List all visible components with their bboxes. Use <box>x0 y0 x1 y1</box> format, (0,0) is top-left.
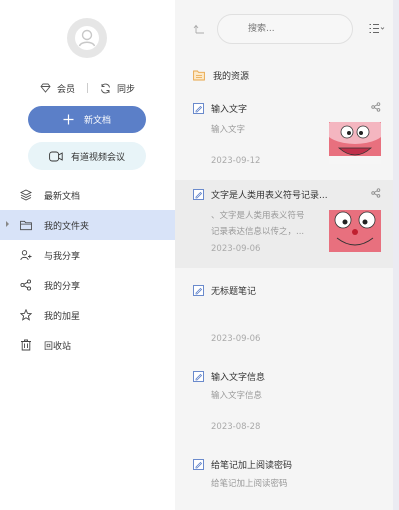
member-button[interactable]: 会员 <box>40 82 75 95</box>
sync-label: 同步 <box>117 84 136 95</box>
note-item[interactable]: 无标题笔记 2023-09-06 <box>175 276 393 360</box>
note-date: 2023-08-28 <box>211 422 261 432</box>
folder-item[interactable]: 我的资源 <box>175 64 393 86</box>
layers-icon <box>20 189 32 201</box>
note-icon <box>193 371 204 382</box>
new-doc-button[interactable]: 新文档 <box>28 106 146 133</box>
folder-icon <box>193 70 205 80</box>
plus-icon <box>63 114 74 125</box>
sort-menu-icon[interactable] <box>369 23 385 37</box>
note-icon <box>193 285 204 296</box>
go-up-icon[interactable] <box>193 23 205 38</box>
note-thumbnail <box>329 122 381 164</box>
folder-label: 我的资源 <box>213 71 250 82</box>
note-title: 输入文字 <box>211 105 248 115</box>
search-input[interactable] <box>217 14 353 44</box>
note-title-row: 输入文字 <box>193 102 247 115</box>
sync-icon <box>101 83 110 93</box>
sidebar: 会员 同步 新文档 有道视频会议 最新文档 我的文件夹 与我分享 我的分享 我的… <box>0 0 175 510</box>
note-icon <box>193 103 204 114</box>
share-icon <box>20 279 32 291</box>
note-title: 给笔记加上阅读密码 <box>211 461 293 471</box>
sidebar-item-label: 与我分享 <box>44 251 81 262</box>
note-date: 2023-09-12 <box>211 156 261 166</box>
sidebar-item-label: 最新文档 <box>44 191 81 202</box>
sidebar-item-trash[interactable]: 回收站 <box>0 330 175 360</box>
list-toolbar <box>175 0 393 58</box>
sidebar-item-label: 回收站 <box>44 341 72 352</box>
note-preview-line-2: 记录表达信息以传之，... <box>211 227 305 237</box>
note-title-row: 文字是人类用表义符号记录... <box>193 188 328 201</box>
note-item[interactable]: 文字是人类用表义符号记录... 、文字是人类用表义符号 记录表达信息以传之，..… <box>175 180 393 268</box>
folder-icon <box>20 219 32 231</box>
video-meeting-label: 有道视频会议 <box>70 152 125 163</box>
account-row: 会员 同步 <box>0 80 175 96</box>
sidebar-item-recent[interactable]: 最新文档 <box>0 180 175 210</box>
star-icon <box>20 309 32 321</box>
sidebar-item-label: 我的文件夹 <box>44 221 90 232</box>
note-title-row: 无标题笔记 <box>193 284 256 297</box>
sync-button[interactable]: 同步 <box>100 82 135 95</box>
user-icon <box>75 26 99 50</box>
sidebar-item-label: 我的加星 <box>44 311 81 322</box>
sidebar-item-shared-with-me[interactable]: 与我分享 <box>0 240 175 270</box>
note-preview: 输入文字 <box>211 125 246 135</box>
expand-caret-icon[interactable] <box>6 221 9 227</box>
sidebar-item-label: 我的分享 <box>44 281 81 292</box>
note-icon <box>193 189 204 200</box>
note-icon <box>193 459 204 470</box>
video-camera-icon <box>49 151 63 161</box>
note-title-row: 输入文字信息 <box>193 370 265 383</box>
scrollbar[interactable] <box>393 0 399 510</box>
avatar[interactable] <box>67 18 107 58</box>
note-title: 无标题笔记 <box>211 287 257 297</box>
note-title-row: 给笔记加上阅读密码 <box>193 458 292 471</box>
video-meeting-button[interactable]: 有道视频会议 <box>28 142 146 170</box>
note-title: 文字是人类用表义符号记录... <box>211 191 328 201</box>
divider <box>87 83 88 93</box>
note-preview: 输入文字信息 <box>211 391 263 401</box>
new-doc-label: 新文档 <box>83 116 111 126</box>
trash-icon <box>20 339 32 351</box>
sidebar-item-starred[interactable]: 我的加星 <box>0 300 175 330</box>
note-date: 2023-09-06 <box>211 244 261 254</box>
share-icon[interactable] <box>371 188 381 201</box>
note-list-panel: 我的资源 输入文字 输入文字 2023-09-12 文字是人类用表义符号记录..… <box>175 0 393 510</box>
note-item[interactable]: 输入文字信息 输入文字信息 2023-08-28 <box>175 362 393 446</box>
users-icon <box>20 249 32 261</box>
sidebar-nav: 最新文档 我的文件夹 与我分享 我的分享 我的加星 回收站 <box>0 180 175 360</box>
sidebar-item-my-folders[interactable]: 我的文件夹 <box>0 210 175 240</box>
member-label: 会员 <box>56 84 75 95</box>
note-preview-line-1: 、文字是人类用表义符号 <box>211 211 305 221</box>
share-icon[interactable] <box>371 102 381 115</box>
note-thumbnail <box>329 210 381 252</box>
note-item[interactable]: 给笔记加上阅读密码 给笔记加上阅读密码 <box>175 450 393 510</box>
diamond-icon <box>40 83 51 93</box>
note-date: 2023-09-06 <box>211 334 261 344</box>
note-title: 输入文字信息 <box>211 373 266 383</box>
note-item[interactable]: 输入文字 输入文字 2023-09-12 <box>175 94 393 176</box>
sidebar-item-my-shares[interactable]: 我的分享 <box>0 270 175 300</box>
note-preview: 给笔记加上阅读密码 <box>211 479 288 489</box>
